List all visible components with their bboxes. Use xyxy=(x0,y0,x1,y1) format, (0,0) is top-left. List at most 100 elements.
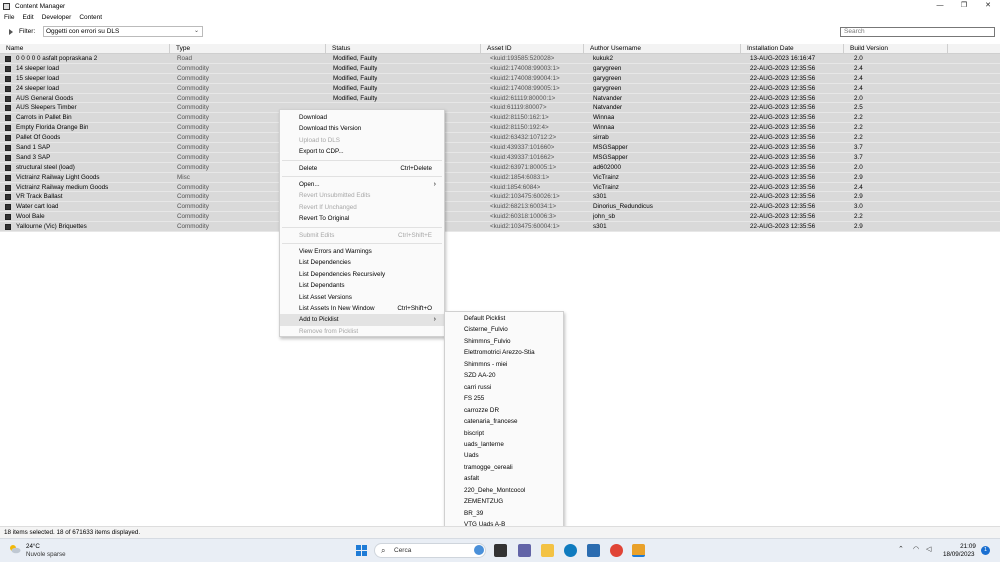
taskbar-search[interactable]: ⌕ Cerca xyxy=(374,543,486,558)
file-explorer-icon[interactable] xyxy=(541,544,554,557)
picklist-item[interactable]: Uads xyxy=(445,450,563,461)
clock-time[interactable]: 21:09 xyxy=(958,543,978,550)
clock-date[interactable]: 18/09/2023 xyxy=(943,551,975,558)
picklist-item[interactable]: Shimmns - miei xyxy=(445,359,563,370)
table-row[interactable]: Carrots in Pallet Bin Commodity <kuid2:811… xyxy=(0,113,1000,124)
notification-badge[interactable]: 1 xyxy=(981,546,990,555)
picklist-item[interactable]: Cisterne_Fulvio xyxy=(445,324,563,335)
table-row[interactable]: 24 sleeper load Commodity Modified, Faulty… xyxy=(0,83,1000,94)
picklist-item[interactable]: BR_39 xyxy=(445,508,563,519)
column-header-type[interactable]: Type xyxy=(170,44,326,54)
context-menu-item[interactable]: Open... › xyxy=(280,179,444,190)
context-menu-item[interactable]: List Assets In New Window Ctrl+Shift+O xyxy=(280,303,444,314)
table-row[interactable]: Pallet Of Goods Commodity <kuid2:63432:107… xyxy=(0,133,1000,144)
context-menu-item[interactable]: Revert To Original xyxy=(280,213,444,224)
picklist-item[interactable]: ZEMENTZUG xyxy=(445,496,563,507)
menu-separator xyxy=(282,159,442,161)
cell-asset-id: <kuid:61119:80007> xyxy=(490,104,547,112)
table-row[interactable]: 0 0 0 0 0 asfalt popraskana 2 Road Modifie… xyxy=(0,54,1000,64)
table-row[interactable]: 14 sleeper load Commodity Modified, Faulty… xyxy=(0,63,1000,74)
close-button[interactable]: ✕ xyxy=(976,0,1000,12)
picklist-item[interactable]: uads_lanterne xyxy=(445,439,563,450)
context-menu-item-label: List Dependants xyxy=(299,282,345,290)
context-menu-item[interactable]: Add to Picklist › xyxy=(280,314,444,326)
copilot-icon[interactable] xyxy=(474,545,484,555)
menu-edit[interactable]: Edit xyxy=(18,14,37,21)
context-menu-item[interactable]: Delete Ctrl+Delete xyxy=(280,163,444,174)
microsoft-store-icon[interactable] xyxy=(587,544,600,557)
context-menu-item[interactable]: List Dependencies Recursively xyxy=(280,269,444,280)
picklist-item[interactable]: Shimmns_Fulvio xyxy=(445,336,563,347)
context-menu-item[interactable]: Download xyxy=(280,112,444,123)
picklist-item[interactable]: asfalt xyxy=(445,473,563,484)
chevron-up-icon[interactable]: ⌃ xyxy=(898,545,904,553)
partly-cloudy-icon[interactable] xyxy=(9,544,21,554)
context-menu-item[interactable]: View Errors and Warnings xyxy=(280,246,444,257)
search-input[interactable]: Search xyxy=(840,27,995,37)
picklist-item[interactable]: SZD AA-20 xyxy=(445,370,563,381)
filter-expand-icon[interactable] xyxy=(9,29,13,35)
table-row[interactable]: Yallourne (Vic) Briquettes Commodity <kuid… xyxy=(0,222,1000,233)
context-menu-item[interactable]: List Dependants xyxy=(280,280,444,291)
table-row[interactable]: structural steel (load) Commodity <kuid2:6… xyxy=(0,162,1000,173)
cell-name: 0 0 0 0 0 asfalt popraskana 2 xyxy=(16,55,98,62)
picklist-item[interactable]: tramogge_cereali xyxy=(445,462,563,473)
context-menu-item[interactable]: List Dependencies xyxy=(280,257,444,268)
menu-file[interactable]: File xyxy=(0,14,18,21)
picklist-item[interactable]: catenaria_francese xyxy=(445,416,563,427)
picklist-item[interactable]: Elettromotrici Arezzo-Stia xyxy=(445,347,563,358)
wifi-icon[interactable]: ◠ xyxy=(913,545,919,553)
teams-chat-icon[interactable] xyxy=(518,544,531,557)
speaker-icon[interactable]: ◁ xyxy=(926,545,931,553)
menu-content[interactable]: Content xyxy=(75,14,106,21)
table-row[interactable]: Victrainz Railway Light Goods Misc <kuid2:… xyxy=(0,172,1000,183)
picklist-item[interactable]: biscript xyxy=(445,428,563,439)
picklist-item[interactable]: Default Picklist xyxy=(445,313,563,324)
cell-author: MSGSapper xyxy=(593,153,628,161)
picklist-item[interactable]: carrozze DR xyxy=(445,405,563,416)
menu-developer[interactable]: Developer xyxy=(38,14,76,21)
table-row[interactable]: Sand 1 SAP Commodity <kuid:439337:101660> M… xyxy=(0,143,1000,153)
table-row[interactable]: 15 sleeper load Commodity Modified, Faulty… xyxy=(0,73,1000,84)
weather-temperature[interactable]: 24°C xyxy=(26,543,40,550)
minimize-button[interactable]: — xyxy=(928,0,952,12)
chrome-browser-icon[interactable] xyxy=(610,544,623,557)
context-menu-item-label: List Asset Versions xyxy=(299,293,352,301)
cell-type: Commodity xyxy=(177,213,209,221)
picklist-item[interactable]: 220_Dehe_Montcocol xyxy=(445,485,563,496)
cell-author: s301 xyxy=(593,193,607,201)
context-menu-item[interactable]: Export to CDP... xyxy=(280,146,444,157)
table-row[interactable]: AUS General Goods Commodity Modified, Faul… xyxy=(0,93,1000,104)
context-menu-item-shortcut: Ctrl+Delete xyxy=(400,164,432,172)
table-row[interactable]: Wool Bale Commodity <kuid2:60318:10006:3> j… xyxy=(0,212,1000,223)
column-header-build-version[interactable]: Build Version xyxy=(844,44,948,54)
column-header-name[interactable]: Name xyxy=(0,44,170,54)
cell-name: Sand 1 SAP xyxy=(16,144,51,152)
table-row[interactable]: Victrainz Railway medium Goods Commodity <… xyxy=(0,182,1000,193)
context-menu-item[interactable]: List Asset Versions xyxy=(280,292,444,303)
picklist-item[interactable]: carri russi xyxy=(445,382,563,393)
filter-select[interactable]: Oggetti con errori su DLS ⌄ xyxy=(43,26,203,37)
column-header-asset-id[interactable]: Asset ID xyxy=(481,44,584,54)
edge-browser-icon[interactable] xyxy=(564,544,577,557)
table-row[interactable]: Sand 3 SAP Commodity <kuid:439337:101662> M… xyxy=(0,152,1000,163)
asset-table: Name Type Status Asset ID Author Usernam… xyxy=(0,44,1000,233)
table-row[interactable]: Empty Florida Orange Bin Commodity <kuid2:… xyxy=(0,123,1000,134)
cell-type: Commodity xyxy=(177,193,209,201)
column-header-status[interactable]: Status xyxy=(326,44,481,54)
cell-build: 2.4 xyxy=(854,183,863,191)
cell-date: 22-AUG-2023 12:35:56 xyxy=(750,213,816,221)
asset-type-icon xyxy=(5,85,11,92)
task-view-icon[interactable] xyxy=(494,544,507,557)
table-row[interactable]: Water cart load Commodity <kuid2:68213:600… xyxy=(0,202,1000,213)
picklist-item[interactable]: FS 255 xyxy=(445,393,563,404)
windows-start-icon[interactable] xyxy=(355,544,368,557)
trainz-app-icon[interactable] xyxy=(632,544,645,557)
context-menu-item[interactable]: Download this Version xyxy=(280,123,444,134)
column-header-author[interactable]: Author Username xyxy=(584,44,741,54)
weather-description[interactable]: Nuvole sparse xyxy=(26,551,66,558)
column-header-installation-date[interactable]: Installation Date xyxy=(741,44,844,54)
maximize-button[interactable]: ❐ xyxy=(952,0,976,12)
table-row[interactable]: AUS Sleepers Timber Commodity <kuid:61119:… xyxy=(0,103,1000,114)
table-row[interactable]: VR Track Ballast Commodity <kuid2:103475:6… xyxy=(0,192,1000,203)
